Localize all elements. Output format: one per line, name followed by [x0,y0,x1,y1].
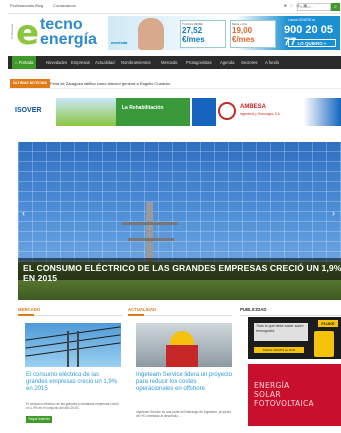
ticker-label: ÚLTIMAS NOTICIAS [10,79,50,88]
fluke-ad[interactable]: FLUKE Todo lo que debe saber sobre termo… [248,317,341,359]
actualidad-article-excerpt: Ingeteam Service es una parte del lidera… [136,410,231,418]
solar-ad-line1: ENERGÍA [254,381,290,390]
nav-item-portada[interactable]: ⌂ Portada [12,56,37,69]
mercado-article-image[interactable] [25,323,121,367]
solar-energy-ad[interactable]: ENERGÍA SOLAR FOTOVOLTAICA [248,364,341,426]
solar-ad-line3: FOTOVOLTAICA [254,399,314,408]
ambesa-logo-icon [218,102,236,120]
section-underline [18,314,34,316]
hero-caption[interactable]: EL CONSUMO ELÉCTRICO DE LAS GRANDES EMPR… [18,258,341,283]
fluke-ad-button[interactable]: Solicite GRATIS su DVD [254,347,304,353]
ad-plan1-price: 27,52 €/mes [182,26,205,44]
worker-body [166,345,198,367]
news-ticker: ÚLTIMAS NOTICIAS Feria de Zaragoza ratif… [8,78,341,89]
ad-brand: movistar [111,40,128,45]
nav-item-novedades[interactable]: Novedades [46,56,67,69]
search-button[interactable]: ⌕ [331,3,340,11]
thermal-camera-image [314,331,334,357]
ad-plan2: Móvil + Fijo 19,00 €/mes [230,20,276,48]
nav-item-sectores[interactable]: Sectores [241,56,258,69]
top-links: Professionals Blog Contactanos [10,3,85,8]
search-input[interactable]: Buscar... [297,3,331,11]
hero-headline[interactable]: EL CONSUMO ELÉCTRICO DE LAS GRANDES EMPR… [23,263,341,283]
section-actualidad-heading: ACTUALIDAD [128,306,232,316]
nav-item-nombramientos[interactable]: Nombramientos [121,56,151,69]
header-ad-banner[interactable]: movistar Tu Fibra 300Mb 27,52 €/mes Móvi… [108,16,340,50]
top-bar: Professionals Blog Contactanos ■ ○ ◉ ▣ B… [8,0,341,14]
hero-pole-arm [128,238,174,241]
ambesa-name: AMBESA [240,104,267,110]
nav-item-empresas[interactable]: Empresas [71,56,90,69]
nav-item-agenda[interactable]: Agenda [220,56,234,69]
solar-ad-line2: SOLAR [254,390,281,399]
main-nav: ⌂ Portada Novedades Empresas Actualidad … [8,56,341,69]
search-icon: ⌕ [334,4,337,10]
actualidad-article-title[interactable]: Ingeteam Service lidera un proyecto para… [136,372,234,393]
fluke-ad-text: Todo lo que debe saber sobre termografía [254,323,308,341]
isover-banner-image [56,98,116,126]
isover-banner-text: La Rehabilitación [122,105,164,111]
ticker-headline[interactable]: Feria de Zaragoza ratifica como director… [50,79,170,88]
logo-side-text: Profesional [10,24,14,40]
nav-item-actualidad[interactable]: Actualidad [95,56,115,69]
mercado-article-title[interactable]: El consumo eléctrico de las grandes empr… [26,372,122,393]
top-link-contact[interactable]: Contactanos [53,3,75,8]
nav-item-protagonistas[interactable]: Protagonistas [186,56,212,69]
section-underline [128,314,144,316]
ad-person-image [138,18,164,50]
section-publicidad-heading: PUBLICIDAD [240,306,341,316]
nav-item-mercado[interactable]: Mercado [161,56,177,69]
ad-cta-button[interactable]: LO QUIERO » [288,39,336,47]
slider-next-icon[interactable]: › [332,208,335,218]
logo-line2: energía [40,31,97,48]
ambesa-subtitle: Ingeniería y Tecnología, S.A. [240,112,281,116]
isover-logo: ISOVER [12,98,56,126]
isover-banner[interactable]: ISOVER La Rehabilitación [12,98,190,126]
nav-item-a-fondo[interactable]: A fondo [265,56,279,69]
top-link-blog[interactable]: Professionals Blog [10,3,43,8]
section-mercado-heading: MERCADO [18,306,122,316]
read-more-button[interactable]: Seguir leyendo [26,416,52,423]
page: Professionals Blog Contactanos ■ ○ ◉ ▣ B… [8,0,341,433]
slider-prev-icon[interactable]: ‹ [22,208,25,218]
ad-plan2-price: 19,00 €/mes [232,26,255,44]
pylon [67,331,79,367]
worker-helmet [170,331,194,345]
ad-free-label: Llama GRATIS al [288,18,315,22]
logo-letter: e [16,13,40,53]
ad-plan1: Tu Fibra 300Mb 27,52 €/mes [180,20,226,48]
mercado-article-excerpt: El consumo eléctrico de las grandes y me… [26,402,119,410]
fluke-logo: FLUKE [318,320,338,327]
actualidad-article-image[interactable] [136,323,232,367]
site-logo[interactable]: Profesional e tecno energía [10,13,97,53]
ambesa-banner[interactable]: AMBESA Ingeniería y Tecnología, S.A. [192,98,341,126]
hero-pole-arm [122,222,178,225]
hero-slider[interactable]: ‹ › EL CONSUMO ELÉCTRICO DE LAS GRANDES … [18,142,341,300]
